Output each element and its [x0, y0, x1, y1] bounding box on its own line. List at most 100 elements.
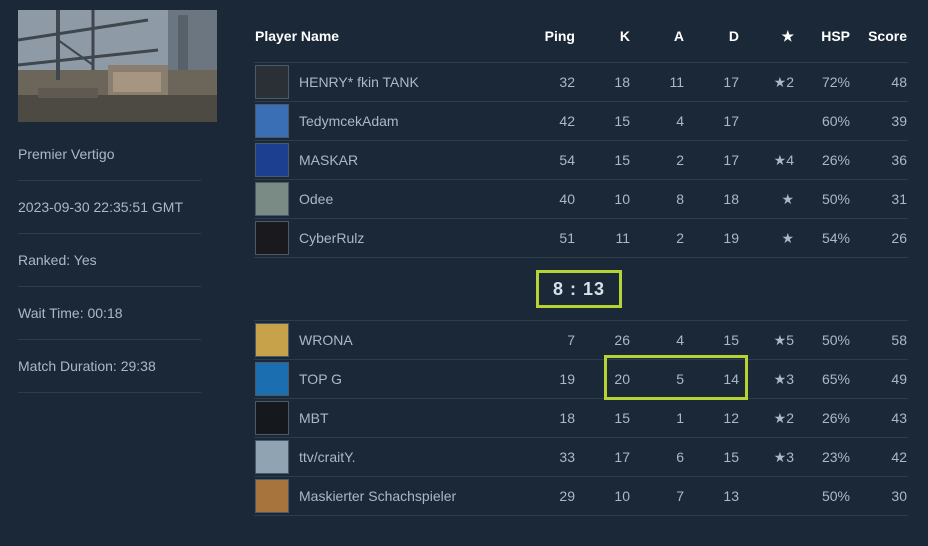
player-name[interactable]: HENRY* fkin TANK [299, 74, 419, 90]
player-name[interactable]: MBT [299, 410, 329, 426]
player-mvp-stars: ★4 [773, 152, 794, 168]
player-score: 58 [891, 332, 907, 348]
player-deaths: 17 [723, 74, 739, 90]
player-mvp-stars: ★2 [773, 74, 794, 90]
player-assists: 4 [676, 332, 684, 348]
player-mvp-stars: ★5 [773, 332, 794, 348]
player-name[interactable]: CyberRulz [299, 230, 364, 246]
player-kills: 10 [614, 488, 630, 504]
player-kills: 26 [614, 332, 630, 348]
player-avatar[interactable] [255, 143, 289, 177]
player-row[interactable]: Odee 40 10 8 18 ★ 50% 31 [254, 179, 908, 218]
player-assists: 7 [676, 488, 684, 504]
player-ping: 19 [559, 371, 575, 387]
scoreboard-header: Player Name Ping K A D ★ HSP Score [254, 18, 908, 62]
player-deaths: 15 [723, 332, 739, 348]
player-row[interactable]: Maskierter Schachspieler 29 10 7 13 50% 30 [254, 476, 908, 515]
player-score: 39 [891, 113, 907, 129]
player-hsp: 50% [821, 191, 850, 207]
player-score: 26 [891, 230, 907, 246]
player-ping: 7 [567, 332, 575, 348]
player-deaths: 19 [723, 230, 739, 246]
player-name[interactable]: TOP G [299, 371, 342, 387]
header-kills: K [619, 28, 630, 44]
player-avatar[interactable] [255, 104, 289, 138]
header-score: Score [868, 28, 907, 44]
player-deaths: 17 [723, 113, 739, 129]
player-hsp: 54% [821, 230, 850, 246]
scoreboard: Player Name Ping K A D ★ HSP Score HENRY… [254, 18, 908, 516]
player-ping: 42 [559, 113, 575, 129]
player-mvp-stars: ★ [781, 230, 794, 246]
player-assists: 8 [676, 191, 684, 207]
player-row[interactable]: ttv/craitY. 33 17 6 15 ★3 23% 42 [254, 437, 908, 476]
player-hsp: 26% [821, 410, 850, 426]
player-avatar[interactable] [255, 221, 289, 255]
header-assists: A [673, 28, 684, 44]
map-name: Premier Vertigo [18, 128, 201, 181]
header-deaths: D [728, 28, 739, 44]
player-row[interactable]: TedymcekAdam 42 15 4 17 60% 39 [254, 101, 908, 140]
player-row[interactable]: HENRY* fkin TANK 32 18 11 17 ★2 72% 48 [254, 62, 908, 101]
player-hsp: 65% [821, 371, 850, 387]
player-name[interactable]: MASKAR [299, 152, 358, 168]
player-ping: 29 [559, 488, 575, 504]
player-mvp-stars: ★2 [773, 410, 794, 426]
map-thumbnail [18, 10, 217, 122]
player-kills: 15 [614, 410, 630, 426]
player-deaths: 12 [723, 410, 739, 426]
player-assists: 4 [676, 113, 684, 129]
header-hsp: HSP [821, 28, 850, 44]
player-hsp: 50% [821, 332, 850, 348]
player-ping: 51 [559, 230, 575, 246]
player-row[interactable]: MBT 18 15 1 12 ★2 26% 43 [254, 398, 908, 437]
map-image [18, 10, 217, 122]
player-avatar[interactable] [255, 479, 289, 513]
team-2-rows: WRONA 7 26 4 15 ★5 50% 58 TOP G 19 20 5 14 ★3 65% 49 MBT… [254, 320, 908, 515]
player-name[interactable]: TedymcekAdam [299, 113, 399, 129]
player-avatar[interactable] [255, 323, 289, 357]
match-score: 8 : 13 [536, 270, 622, 308]
player-mvp-stars: ★3 [773, 371, 794, 387]
player-hsp: 50% [821, 488, 850, 504]
player-deaths: 15 [723, 449, 739, 465]
player-assists: 6 [676, 449, 684, 465]
player-avatar[interactable] [255, 440, 289, 474]
player-mvp-stars: ★3 [773, 449, 794, 465]
player-score: 49 [891, 371, 907, 387]
player-name[interactable]: Maskierter Schachspieler [299, 488, 456, 504]
stats-highlight-box [604, 355, 748, 400]
player-name[interactable]: WRONA [299, 332, 353, 348]
player-assists: 11 [669, 74, 684, 90]
player-name[interactable]: Odee [299, 191, 333, 207]
player-avatar[interactable] [255, 65, 289, 99]
player-name[interactable]: ttv/craitY. [299, 449, 356, 465]
match-duration: Match Duration: 29:38 [18, 340, 201, 393]
team-1-rows: HENRY* fkin TANK 32 18 11 17 ★2 72% 48 TedymcekA… [254, 62, 908, 257]
player-kills: 18 [614, 74, 630, 90]
player-deaths: 13 [723, 488, 739, 504]
player-deaths: 18 [723, 191, 739, 207]
header-ping: Ping [544, 28, 575, 44]
match-timestamp: 2023-09-30 22:35:51 GMT [18, 181, 201, 234]
player-score: 42 [891, 449, 907, 465]
player-ping: 33 [559, 449, 575, 465]
player-score: 31 [891, 191, 907, 207]
player-ping: 54 [559, 152, 575, 168]
player-avatar[interactable] [255, 401, 289, 435]
player-avatar[interactable] [255, 362, 289, 396]
player-row[interactable]: TOP G 19 20 5 14 ★3 65% 49 [254, 359, 908, 398]
player-score: 43 [891, 410, 907, 426]
player-row[interactable]: CyberRulz 51 11 2 19 ★ 54% 26 [254, 218, 908, 257]
player-hsp: 60% [821, 113, 850, 129]
player-row[interactable]: WRONA 7 26 4 15 ★5 50% 58 [254, 320, 908, 359]
ranked-status: Ranked: Yes [18, 234, 201, 287]
player-ping: 18 [559, 410, 575, 426]
player-kills: 15 [614, 152, 630, 168]
player-row[interactable]: MASKAR 54 15 2 17 ★4 26% 36 [254, 140, 908, 179]
player-ping: 32 [559, 74, 575, 90]
player-avatar[interactable] [255, 182, 289, 216]
player-score: 36 [891, 152, 907, 168]
player-assists: 1 [676, 410, 684, 426]
player-hsp: 23% [821, 449, 850, 465]
